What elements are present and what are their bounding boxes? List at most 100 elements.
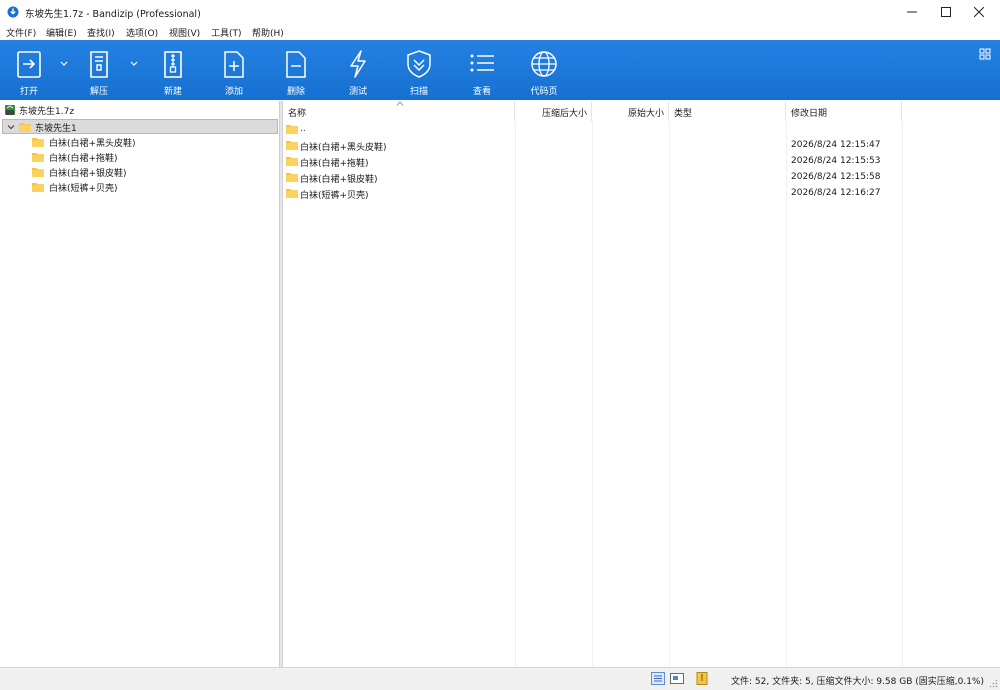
- extract-button[interactable]: 解压: [77, 47, 121, 97]
- column-original-label: 原始大小: [627, 109, 664, 119]
- codepage-globe-icon: [531, 51, 557, 77]
- open-button[interactable]: 打开: [7, 47, 51, 97]
- tree-selected-label: 东坡先生1: [35, 124, 77, 134]
- add-file-icon: [224, 51, 244, 78]
- view-button[interactable]: 查看: [460, 47, 504, 97]
- tree-item-label: 白袜(短裤+贝壳): [49, 184, 118, 194]
- preview-view-icon[interactable]: [670, 672, 684, 685]
- file-list: 名称 压缩后大小 原始大小 类型 修改日期 .. 白袜(白裙+黑头皮鞋) 202…: [283, 101, 1000, 667]
- list-row-name: 白袜(白裙+拖鞋): [300, 159, 369, 169]
- column-name-label: 名称: [288, 109, 307, 119]
- 7z-archive-icon: [5, 105, 15, 115]
- folder-icon: [32, 168, 44, 177]
- list-row-date: 2026/8/24 12:15:47: [791, 140, 881, 150]
- menu-tools[interactable]: 工具(T): [211, 26, 242, 39]
- archive-info-icon[interactable]: [695, 672, 709, 685]
- tree-root-label: 东坡先生1.7z: [19, 107, 75, 117]
- tree-item-child[interactable]: 白袜(白裙+黑头皮鞋): [32, 135, 272, 149]
- column-divider: [902, 121, 903, 667]
- status-bar: 文件: 52, 文件夹: 5, 压缩文件大小: 9.58 GB (固实压缩,0.…: [0, 667, 1000, 690]
- column-divider: [515, 121, 516, 667]
- open-dropdown-icon[interactable]: [59, 58, 69, 68]
- add-button[interactable]: 添加: [212, 47, 256, 97]
- list-row-name: 白袜(白裙+黑头皮鞋): [300, 143, 387, 153]
- tree-item-child[interactable]: 白袜(白裙+银皮鞋): [32, 165, 272, 179]
- menu-find[interactable]: 查找(I): [87, 26, 115, 39]
- details-view-icon[interactable]: [651, 672, 665, 685]
- folder-icon: [286, 157, 298, 166]
- new-archive-button[interactable]: 新建: [151, 47, 195, 97]
- menu-file[interactable]: 文件(F): [6, 26, 36, 39]
- open-label: 打开: [19, 87, 38, 97]
- open-archive-icon: [17, 51, 41, 78]
- tree-item-label: 白袜(白裙+银皮鞋): [49, 169, 127, 179]
- resize-grip-icon[interactable]: [989, 679, 998, 688]
- window-title: 东坡先生1.7z - Bandizip (Professional): [25, 9, 201, 20]
- column-header-type[interactable]: 类型: [669, 101, 786, 121]
- list-row-date: 2026/8/24 12:15:53: [791, 156, 881, 166]
- menu-help[interactable]: 帮助(H): [252, 26, 284, 39]
- tree-item-selected-folder[interactable]: 东坡先生1: [2, 119, 278, 134]
- delete-button[interactable]: 删除: [274, 47, 318, 97]
- menu-bar: 文件(F) 编辑(E) 查找(I) 选项(O) 视图(V) 工具(T) 帮助(H…: [0, 24, 1000, 40]
- chevron-down-icon[interactable]: [7, 123, 15, 131]
- tree-root-archive[interactable]: 东坡先生1.7z: [4, 104, 264, 117]
- folder-tree: 东坡先生1.7z 东坡先生1 白袜(白裙+黑头皮鞋) 白袜(白裙+拖鞋) 白袜(…: [0, 101, 279, 667]
- list-row-date: 2026/8/24 12:16:27: [791, 188, 881, 198]
- list-row-name: 白袜(短裤+贝壳): [300, 191, 369, 201]
- close-icon: [974, 7, 984, 17]
- view-label: 查看: [472, 87, 491, 97]
- minimize-button[interactable]: [893, 0, 931, 24]
- list-row[interactable]: 白袜(白裙+黑头皮鞋) 2026/8/24 12:15:47: [283, 137, 903, 153]
- list-row-parent[interactable]: ..: [283, 121, 903, 137]
- codepage-label: 代码页: [530, 87, 558, 97]
- sort-ascending-icon: [396, 101, 404, 106]
- layout-toggle-icon[interactable]: [979, 48, 991, 60]
- tree-item-child[interactable]: 白袜(短裤+贝壳): [32, 180, 272, 194]
- maximize-icon: [941, 7, 951, 17]
- extract-dropdown-icon[interactable]: [129, 58, 139, 68]
- column-divider: [669, 121, 670, 667]
- folder-icon: [286, 141, 298, 150]
- extract-icon: [90, 51, 108, 78]
- scan-label: 扫描: [409, 87, 428, 97]
- title-bar: 东坡先生1.7z - Bandizip (Professional): [0, 0, 1000, 24]
- new-archive-label: 新建: [163, 87, 182, 97]
- bandizip-app-icon: [7, 6, 19, 18]
- scan-shield-icon: [407, 50, 431, 78]
- column-compressed-label: 压缩后大小: [541, 109, 587, 119]
- codepage-button[interactable]: 代码页: [522, 47, 566, 97]
- tree-item-child[interactable]: 白袜(白裙+拖鞋): [32, 150, 272, 164]
- column-header-name[interactable]: 名称: [283, 101, 515, 121]
- test-button[interactable]: 测试: [336, 47, 380, 97]
- menu-edit[interactable]: 编辑(E): [46, 26, 77, 39]
- minimize-icon: [907, 11, 917, 13]
- folder-icon: [32, 183, 44, 192]
- list-row-date: 2026/8/24 12:15:58: [791, 172, 881, 182]
- column-type-label: 类型: [674, 109, 693, 119]
- extract-label: 解压: [89, 87, 108, 97]
- column-header-modified[interactable]: 修改日期: [786, 101, 902, 121]
- column-modified-label: 修改日期: [791, 109, 828, 119]
- toolbar: 打开 解压 新建 添加 删除 测试 扫描 查看 代码页: [0, 40, 1000, 100]
- tree-item-label: 白袜(白裙+拖鞋): [49, 154, 118, 164]
- view-list-icon: [470, 54, 494, 72]
- folder-icon: [286, 189, 298, 198]
- list-row[interactable]: 白袜(白裙+拖鞋) 2026/8/24 12:15:53: [283, 153, 903, 169]
- menu-options[interactable]: 选项(O): [126, 26, 158, 39]
- menu-view[interactable]: 视图(V): [169, 26, 200, 39]
- close-button[interactable]: [960, 0, 998, 24]
- new-archive-icon: [164, 51, 182, 78]
- list-row[interactable]: 白袜(白裙+银皮鞋) 2026/8/24 12:15:58: [283, 169, 903, 185]
- list-row-name: 白袜(白裙+银皮鞋): [300, 175, 378, 185]
- folder-icon: [19, 123, 31, 132]
- column-header-compressed[interactable]: 压缩后大小: [515, 101, 592, 121]
- tree-item-label: 白袜(白裙+黑头皮鞋): [49, 139, 136, 149]
- test-lightning-icon: [350, 50, 366, 78]
- add-label: 添加: [224, 87, 243, 97]
- column-header-original[interactable]: 原始大小: [592, 101, 669, 121]
- list-row[interactable]: 白袜(短裤+贝壳) 2026/8/24 12:16:27: [283, 185, 903, 201]
- column-divider: [592, 121, 593, 667]
- folder-icon: [32, 138, 44, 147]
- scan-button[interactable]: 扫描: [397, 47, 441, 97]
